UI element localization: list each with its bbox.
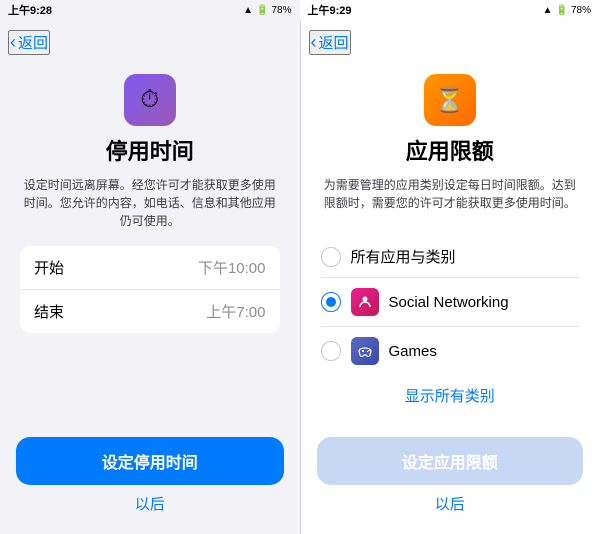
right-signal-icon: ▲	[543, 5, 553, 16]
right-back-label: 返回	[319, 32, 349, 53]
right-back-button[interactable]: ‹ 返回	[309, 30, 351, 55]
category-all-label: 所有应用与类别	[351, 246, 580, 267]
left-panel-body: ⏱ 停用时间 设定时间远离屏幕。经您许可才能获取更多使用时间。您允许的内容，如电…	[0, 64, 300, 333]
games-svg	[357, 343, 373, 359]
left-back-button[interactable]: ‹ 返回	[8, 30, 50, 55]
right-panel-body: ⏳ 应用限额 为需要管理的应用类别设定每日时间限额。达到限额时，需要您的许可才能…	[301, 64, 599, 406]
social-icon	[351, 288, 379, 316]
right-battery-pct: 78%	[571, 5, 591, 16]
set-app-limit-button[interactable]: 设定应用限额	[317, 437, 584, 485]
right-battery-icon: 🔋	[556, 5, 568, 16]
category-row-all[interactable]: 所有应用与类别	[321, 236, 580, 278]
category-row-games[interactable]: Games	[321, 327, 580, 375]
right-later-button[interactable]: 以后	[435, 493, 465, 514]
time-settings-list: 开始 下午10:00 结束 上午7:00	[20, 246, 280, 333]
start-time-row[interactable]: 开始 下午10:00	[20, 246, 280, 290]
left-back-label: 返回	[18, 32, 48, 53]
end-time-row[interactable]: 结束 上午7:00	[20, 290, 280, 333]
start-value: 下午10:00	[198, 257, 266, 278]
show-all-link[interactable]: 显示所有类别	[405, 385, 495, 406]
status-bar-left: 上午9:28 ▲ 🔋 78%	[0, 0, 300, 20]
right-hourglass-icon: ⏳	[435, 86, 465, 115]
end-value: 上午7:00	[206, 301, 265, 322]
left-back-chevron: ‹	[10, 32, 16, 53]
right-nav: ‹ 返回	[301, 20, 599, 64]
category-row-social[interactable]: Social Networking	[321, 278, 580, 327]
social-svg	[357, 294, 373, 310]
left-status-icons: ▲ 🔋 78%	[243, 5, 291, 16]
left-nav: ‹ 返回	[0, 20, 300, 64]
radio-all[interactable]	[321, 247, 341, 267]
set-downtime-button[interactable]: 设定停用时间	[16, 437, 284, 485]
right-description: 为需要管理的应用类别设定每日时间限额。达到限额时，需要您的许可才能获取更多使用时…	[321, 176, 580, 212]
right-title: 应用限额	[406, 134, 494, 166]
wifi-icon: ▲	[243, 5, 253, 16]
radio-games[interactable]	[321, 341, 341, 361]
right-time: 上午9:29	[308, 2, 352, 18]
left-panel: 上午9:28 ▲ 🔋 78% ‹ 返回 ⏱ 停用时间 设定时间远离屏幕。经您许可…	[0, 0, 300, 534]
left-time: 上午9:28	[8, 2, 52, 18]
category-list: 所有应用与类别 Social Networking	[321, 236, 580, 375]
battery-pct: 78%	[271, 5, 291, 16]
right-status-icons: ▲ 🔋 78%	[543, 5, 591, 16]
right-bottom-area: 设定应用限额 以后	[301, 425, 599, 534]
right-back-chevron: ‹	[311, 32, 317, 53]
left-later-button[interactable]: 以后	[135, 493, 165, 514]
left-description: 设定时间远离屏幕。经您许可才能获取更多使用时间。您允许的内容，如电话、信息和其他…	[20, 176, 280, 230]
left-app-icon: ⏱	[124, 74, 176, 126]
category-games-label: Games	[389, 343, 580, 360]
left-bottom-area: 设定停用时间 以后	[0, 425, 300, 534]
start-label: 开始	[34, 257, 64, 278]
right-app-icon: ⏳	[424, 74, 476, 126]
right-panel: 上午9:29 ▲ 🔋 78% ‹ 返回 ⏳ 应用限额 为需要管理的应用类别设定每…	[300, 0, 599, 534]
end-label: 结束	[34, 301, 64, 322]
left-title: 停用时间	[106, 134, 194, 166]
status-bar-right: 上午9:29 ▲ 🔋 78%	[300, 0, 599, 20]
radio-social[interactable]	[321, 292, 341, 312]
left-hourglass-icon: ⏱	[140, 86, 159, 114]
battery-icon: 🔋	[256, 5, 268, 16]
category-social-label: Social Networking	[389, 294, 580, 311]
games-icon	[351, 337, 379, 365]
